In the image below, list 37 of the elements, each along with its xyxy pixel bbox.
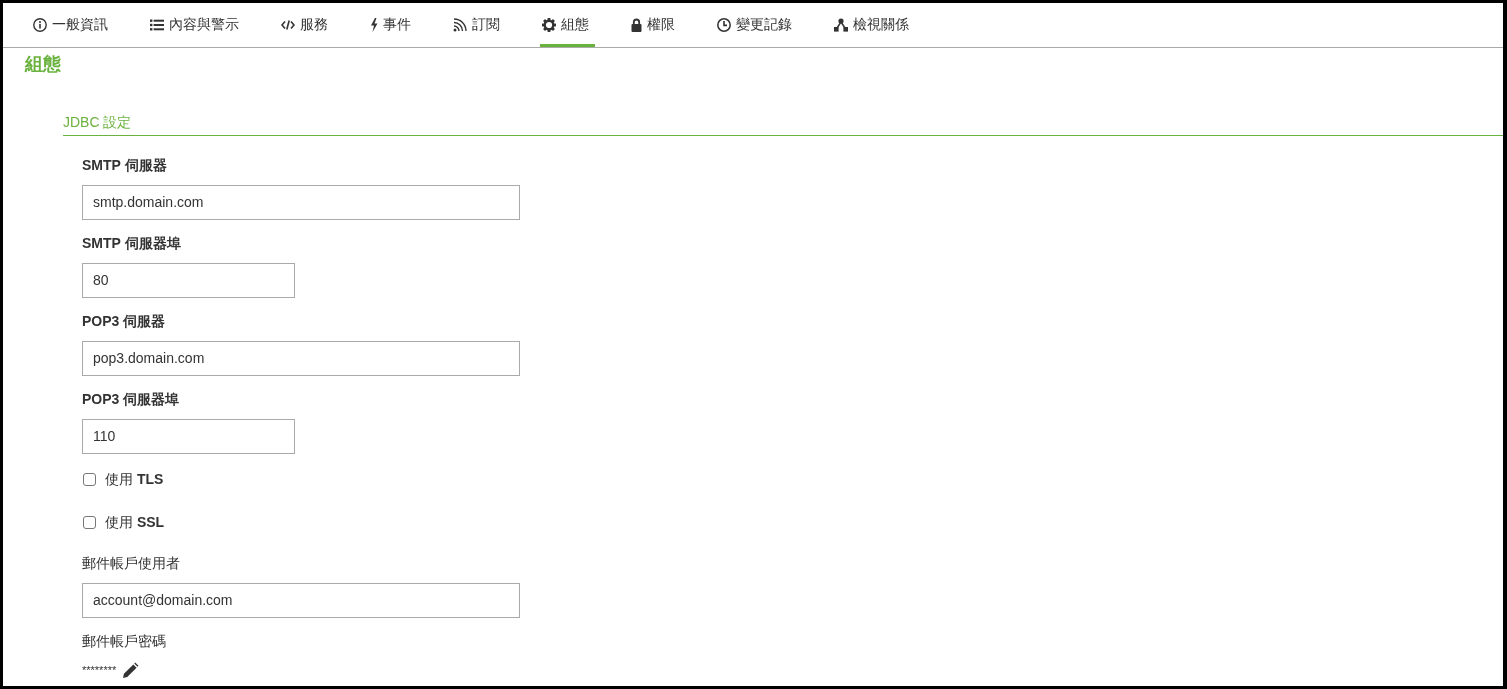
list-icon <box>150 18 164 32</box>
field-label: 郵件帳戶使用者 <box>82 554 180 572</box>
tab[interactable]: 訂閱 <box>451 3 506 47</box>
password-value: ******** <box>82 663 117 677</box>
lightning-bolt-icon <box>370 18 378 32</box>
tab[interactable]: 服務 <box>279 3 334 47</box>
tab[interactable]: 一般資訊 <box>31 3 114 47</box>
tab[interactable]: 權限 <box>629 3 681 47</box>
field-label: 郵件帳戶密碼 <box>82 632 166 650</box>
tab[interactable]: 內容與警示 <box>148 3 245 47</box>
field-label: SMTP 伺服器 <box>82 156 167 174</box>
checkbox-label: 使用 TLS <box>105 470 164 488</box>
tab[interactable]: 變更記錄 <box>715 3 798 47</box>
input-field[interactable]: 80 <box>82 263 295 298</box>
field-label: POP3 伺服器埠 <box>82 390 180 408</box>
field-label: POP3 伺服器 <box>82 312 166 330</box>
input-field[interactable]: 110 <box>82 419 295 454</box>
checkbox[interactable] <box>83 515 96 529</box>
code-icon <box>281 20 295 30</box>
page-title: 組態 <box>25 53 61 76</box>
section-title: JDBC 設定 <box>63 114 132 130</box>
tab[interactable]: 事件 <box>368 3 417 47</box>
input-field[interactable]: pop3.domain.com <box>82 341 520 376</box>
settings-icon <box>542 18 556 32</box>
checkbox-label: 使用 SSL <box>105 513 165 531</box>
clock-icon <box>717 18 731 32</box>
rss-feed-icon <box>453 18 467 32</box>
lock-icon <box>631 18 642 32</box>
input-field[interactable]: smtp.domain.com <box>82 185 520 220</box>
pencil-icon[interactable] <box>123 662 139 678</box>
hierarchy-icon <box>834 18 848 32</box>
checkbox[interactable] <box>83 472 96 486</box>
tab[interactable]: 組態 <box>540 3 595 47</box>
input-field[interactable]: account@domain.com <box>82 583 520 618</box>
field-label: SMTP 伺服器埠 <box>82 234 181 252</box>
tab[interactable]: 檢視關係 <box>832 3 915 47</box>
info-icon <box>33 18 47 32</box>
